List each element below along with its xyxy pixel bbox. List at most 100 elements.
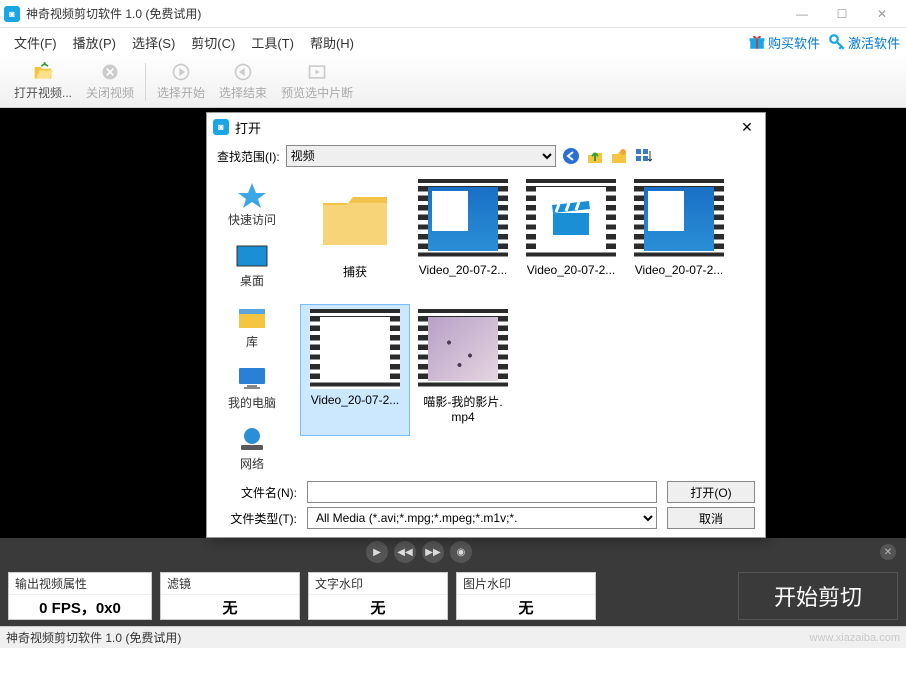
preview-label: 预览选中片断 (281, 84, 353, 101)
select-start-label: 选择开始 (157, 84, 205, 101)
file-name: Video_20-07-2... (527, 263, 616, 277)
image-watermark-panel[interactable]: 图片水印 无 (456, 572, 596, 620)
open-file-dialog: ◙ 打开 ✕ 查找范围(I): 视频 快速访问 桌面 库 (206, 112, 766, 538)
up-icon[interactable] (586, 147, 604, 165)
start-cut-button[interactable]: 开始剪切 (738, 572, 898, 620)
select-end-label: 选择结束 (219, 84, 267, 101)
file-item[interactable]: Video_20-07-2... (409, 175, 517, 305)
dialog-app-icon: ◙ (213, 119, 229, 135)
place-quick-access[interactable]: 快速访问 (212, 177, 292, 232)
place-desktop[interactable]: 桌面 (212, 238, 292, 293)
preview-icon (307, 62, 327, 82)
place-label: 桌面 (240, 272, 264, 289)
file-name: Video_20-07-2... (635, 263, 724, 277)
play-button[interactable]: ▶ (366, 541, 388, 563)
dialog-title: 打开 (235, 118, 261, 137)
filetype-label: 文件类型(T): (217, 510, 297, 527)
open-video-button[interactable]: 打开视频... (8, 60, 78, 103)
image-watermark-value: 无 (457, 595, 595, 619)
transport-close-icon[interactable]: ✕ (880, 544, 896, 560)
toolbar-separator (145, 63, 146, 101)
buy-label: 购买软件 (768, 33, 820, 52)
dialog-close-button[interactable]: ✕ (735, 119, 759, 136)
folder-icon (310, 179, 400, 259)
open-button[interactable]: 打开(O) (667, 481, 755, 503)
output-props-panel[interactable]: 输出视频属性 0 FPS，0x0 (8, 572, 152, 620)
select-end-button[interactable]: 选择结束 (213, 60, 273, 103)
video-thumbnail (310, 309, 400, 389)
close-video-label: 关闭视频 (86, 84, 134, 101)
lookin-label: 查找范围(I): (217, 148, 280, 165)
close-circle-icon (100, 62, 120, 82)
desktop-icon (235, 242, 269, 270)
menu-select[interactable]: 选择(S) (124, 33, 183, 52)
close-video-button[interactable]: 关闭视频 (80, 60, 140, 103)
dialog-titlebar: ◙ 打开 ✕ (207, 113, 765, 141)
video-thumbnail (418, 309, 508, 389)
maximize-button[interactable]: ☐ (822, 1, 862, 27)
window-title: 神奇视频剪切软件 1.0 (免费试用) (26, 5, 201, 22)
file-name: 捕获 (343, 263, 367, 280)
snapshot-button[interactable]: ◉ (450, 541, 472, 563)
filetype-select[interactable]: All Media (*.avi;*.mpg;*.mpeg;*.m1v;*. (307, 507, 657, 529)
place-label: 我的电脑 (228, 394, 276, 411)
menu-play[interactable]: 播放(P) (65, 33, 124, 52)
menu-cut[interactable]: 剪切(C) (183, 33, 243, 52)
file-item[interactable]: Video_20-07-2... (517, 175, 625, 305)
status-text: 神奇视频剪切软件 1.0 (免费试用) (6, 629, 181, 646)
cancel-button[interactable]: 取消 (667, 507, 755, 529)
filter-panel[interactable]: 滤镜 无 (160, 572, 300, 620)
file-name: Video_20-07-2... (311, 393, 400, 407)
view-mode-icon[interactable] (634, 147, 652, 165)
close-button[interactable]: ✕ (862, 1, 902, 27)
menu-help[interactable]: 帮助(H) (302, 33, 362, 52)
place-label: 库 (246, 333, 258, 350)
filename-input[interactable] (307, 481, 657, 503)
file-name: Video_20-07-2... (419, 263, 508, 277)
place-label: 快速访问 (228, 211, 276, 228)
places-bar: 快速访问 桌面 库 我的电脑 网络 (207, 171, 297, 473)
lookin-select[interactable]: 视频 (286, 145, 556, 167)
forward-button[interactable]: ▶▶ (422, 541, 444, 563)
titlebar: ◙ 神奇视频剪切软件 1.0 (免费试用) — ☐ ✕ (0, 0, 906, 28)
place-label: 网络 (240, 455, 264, 472)
place-network[interactable]: 网络 (212, 421, 292, 476)
app-icon: ◙ (4, 6, 20, 22)
marker-end-icon (233, 62, 253, 82)
menubar: 文件(F) 播放(P) 选择(S) 剪切(C) 工具(T) 帮助(H) 购买软件… (0, 28, 906, 56)
video-thumbnail (418, 179, 508, 259)
output-props-value: 0 FPS，0x0 (9, 595, 151, 619)
folder-item[interactable]: 捕获 (301, 175, 409, 305)
activate-button[interactable]: 激活软件 (828, 33, 900, 52)
file-item[interactable]: Video_20-07-2... (625, 175, 733, 305)
text-watermark-panel[interactable]: 文字水印 无 (308, 572, 448, 620)
file-list[interactable]: 捕获 Video_20-07-2... Video_20-07-2... Video_… (297, 171, 765, 473)
computer-icon (235, 364, 269, 392)
transport-bar: ▶ ◀◀ ▶▶ ◉ ✕ (0, 538, 906, 566)
bottom-panel-row: 输出视频属性 0 FPS，0x0 滤镜 无 文字水印 无 图片水印 无 开始剪切 (0, 566, 906, 626)
video-thumbnail (526, 179, 616, 259)
buy-button[interactable]: 购买软件 (748, 33, 820, 52)
library-icon (235, 303, 269, 331)
key-icon (828, 33, 846, 51)
select-start-button[interactable]: 选择开始 (151, 60, 211, 103)
lookin-row: 查找范围(I): 视频 (207, 141, 765, 171)
text-watermark-header: 文字水印 (309, 573, 447, 595)
file-item[interactable]: 喵影-我的影片.mp4 (409, 305, 517, 435)
place-libraries[interactable]: 库 (212, 299, 292, 354)
menu-tools[interactable]: 工具(T) (243, 33, 302, 52)
output-props-header: 输出视频属性 (9, 573, 151, 595)
file-item[interactable]: Video_20-07-2... (301, 305, 409, 435)
filename-label: 文件名(N): (217, 484, 297, 501)
file-name: 喵影-我的影片. (423, 393, 502, 410)
minimize-button[interactable]: — (782, 1, 822, 27)
menu-file[interactable]: 文件(F) (6, 33, 65, 52)
rewind-button[interactable]: ◀◀ (394, 541, 416, 563)
preview-button[interactable]: 预览选中片断 (275, 60, 359, 103)
gift-icon (748, 33, 766, 51)
place-this-pc[interactable]: 我的电脑 (212, 360, 292, 415)
back-icon[interactable] (562, 147, 580, 165)
marker-start-icon (171, 62, 191, 82)
video-thumbnail (634, 179, 724, 259)
new-folder-icon[interactable] (610, 147, 628, 165)
